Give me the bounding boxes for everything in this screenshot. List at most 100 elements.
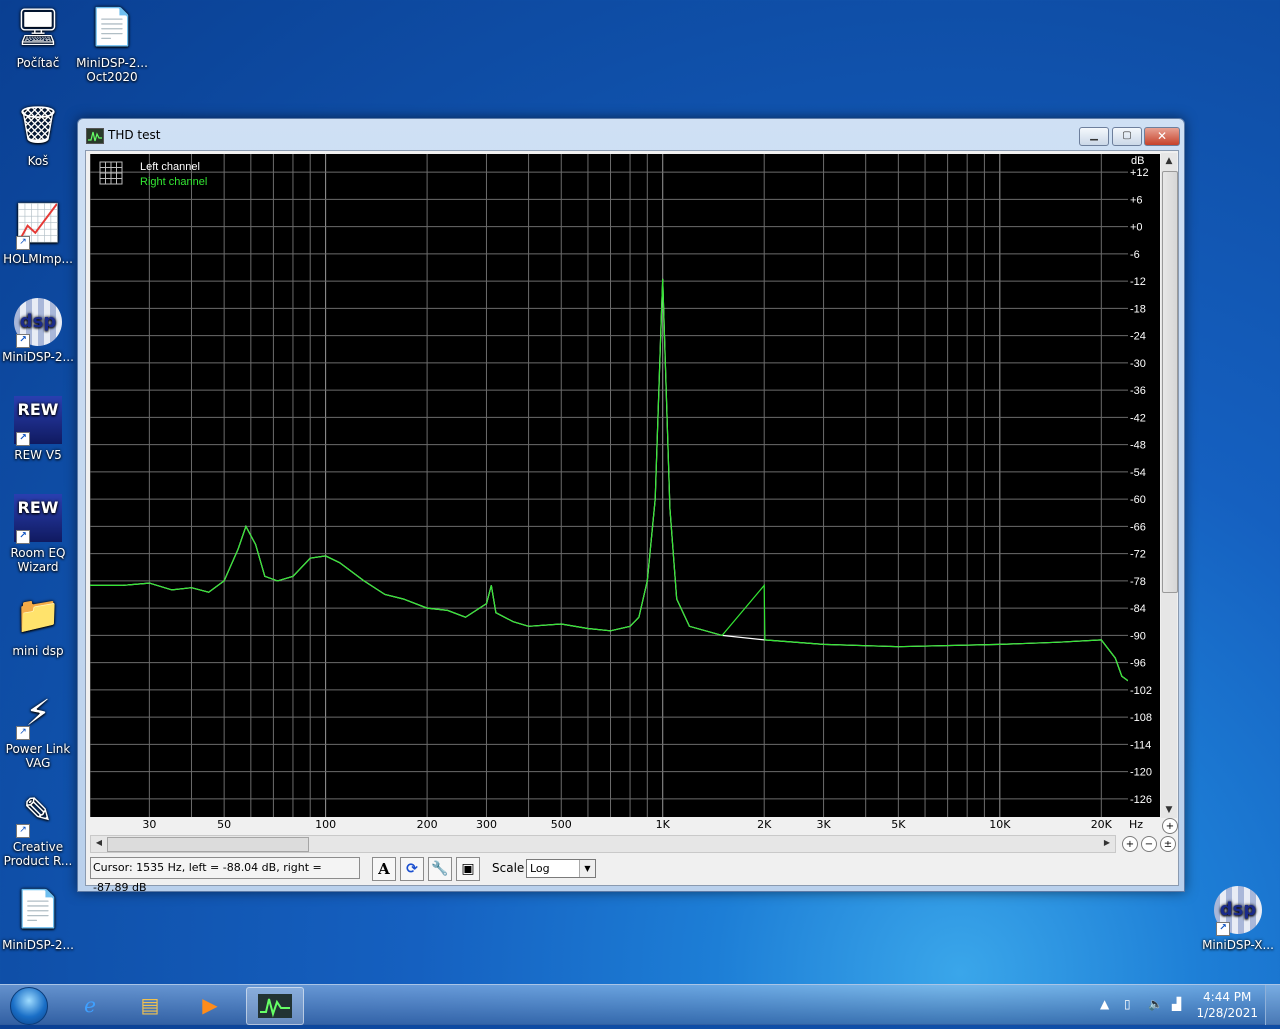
desktop-icon-label: MiniDSP-2... [2, 938, 74, 952]
desktop-icon[interactable]: 🖥 Počítač [0, 4, 76, 70]
scale-label: Scale [492, 861, 525, 875]
x-tick-label: 5K [891, 818, 906, 831]
desktop-icon[interactable]: REW ↗ Room EQ Wizard [0, 494, 76, 574]
zoom-in-icon[interactable]: + [1162, 818, 1178, 834]
show-desktop-button[interactable] [1265, 985, 1280, 1025]
y-tick-label: -126 [1130, 794, 1152, 806]
status-bar: Cursor: 1535 Hz, left = -88.04 dB, right… [88, 857, 1174, 894]
legend-right-channel: Right channel [140, 176, 207, 188]
settings-wrench-icon[interactable]: 🔧 [428, 857, 452, 881]
y-tick-label: -72 [1130, 549, 1146, 561]
internet-explorer-icon[interactable]: ℯ [62, 987, 118, 1023]
desktop-icon-image: 📄 [89, 7, 135, 48]
series-left-channel [90, 278, 1128, 682]
desktop-icon[interactable]: ✎ ↗ Creative Product R... [0, 788, 76, 868]
y-tick-label: -90 [1130, 630, 1146, 642]
maximize-button[interactable]: ▢ [1112, 127, 1142, 146]
show-hidden-icons-icon[interactable]: ▲ [1100, 997, 1109, 1011]
vertical-scrollbar[interactable]: ▲ ▼ [1161, 153, 1178, 818]
y-tick-label: -42 [1130, 412, 1146, 424]
folder-icon[interactable]: ▤ [122, 987, 178, 1023]
scroll-left-icon[interactable]: ◀ [91, 835, 107, 851]
desktop-icon-label: mini dsp [12, 644, 64, 658]
desktop-icon[interactable]: 📁 mini dsp [0, 592, 76, 658]
refresh-icon[interactable]: ⟳ [400, 857, 424, 881]
clock-date: 1/28/2021 [1196, 1006, 1258, 1020]
y-axis-unit: dB [1131, 155, 1144, 167]
desktop-icon[interactable]: 📄 MiniDSP-2... Oct2020 [74, 4, 150, 84]
text-tool-button[interactable]: A [372, 857, 396, 881]
shortcut-arrow-icon: ↗ [1216, 922, 1230, 936]
x-tick-label: 1K [655, 818, 670, 831]
scroll-down-icon[interactable]: ▼ [1161, 802, 1177, 818]
x-axis-unit: Hz [1128, 818, 1144, 831]
device-icon[interactable]: ▯ [1124, 997, 1131, 1011]
network-icon[interactable]: ▟ [1172, 997, 1181, 1011]
close-button[interactable]: ✕ [1144, 127, 1180, 146]
x-tick-label: 10K [989, 818, 1011, 831]
desktop-icon[interactable]: ⚡ ↗ Power Link VAG [0, 690, 76, 770]
desktop-icon-label: MiniDSP-2... Oct2020 [76, 56, 148, 84]
legend-left-channel: Left channel [140, 161, 200, 173]
window-titlebar[interactable]: THD test ▁ ▢ ✕ [78, 119, 1184, 151]
x-tick-label: 50 [217, 818, 232, 831]
desktop-icon[interactable]: 📈 ↗ HOLMImp... [0, 200, 76, 266]
desktop-icon-image: REW ↗ [14, 396, 62, 446]
y-tick-label: -30 [1130, 358, 1146, 370]
shortcut-arrow-icon: ↗ [16, 824, 30, 838]
x-tick-label: 300 [475, 818, 497, 831]
zoom-in-x-icon[interactable]: + [1122, 836, 1138, 852]
y-tick-label: +12 [1130, 167, 1149, 179]
desktop-icon-label: Creative Product R... [3, 840, 73, 868]
x-tick-label: 100 [315, 818, 337, 831]
desktop-icon-image: dsp ↗ [1214, 886, 1262, 936]
shortcut-arrow-icon: ↗ [16, 236, 30, 250]
y-tick-label: -102 [1130, 685, 1152, 697]
desktop-icon[interactable]: REW ↗ REW V5 [0, 396, 76, 462]
scroll-right-icon[interactable]: ▶ [1099, 835, 1115, 851]
desktop-icon-label: REW V5 [14, 448, 62, 462]
y-axis-svg: dB+12 +6 +0 -6 -12 -18 -24 -30 -36 -42 -48 -54 -60 -6… [1130, 155, 1152, 806]
start-button[interactable] [4, 985, 52, 1025]
scroll-up-icon[interactable]: ▲ [1161, 153, 1177, 169]
y-tick-label: -36 [1130, 385, 1146, 397]
media-player-icon[interactable]: ▶ [182, 987, 238, 1023]
y-tick-label: -12 [1130, 276, 1146, 288]
desktop-icon-image: dsp ↗ [14, 298, 62, 348]
x-tick-label: 3K [816, 818, 831, 831]
zoom-fit-x-icon[interactable]: ± [1160, 836, 1176, 852]
desktop-icon-image: 📁 [15, 595, 61, 636]
horizontal-scroll-thumb[interactable] [107, 837, 309, 852]
desktop-icon-label: MiniDSP-X... [1202, 938, 1274, 952]
taskbar-thd-app-icon[interactable] [246, 987, 304, 1025]
desktop-icon-image: ✎ ↗ [14, 788, 62, 838]
y-tick-label: -84 [1130, 603, 1146, 615]
horizontal-scrollbar[interactable]: ◀ ▶ [90, 835, 1116, 853]
volume-icon[interactable]: 🔈 [1148, 997, 1163, 1011]
minimize-button[interactable]: ▁ [1079, 127, 1109, 146]
desktop-icon[interactable]: dsp ↗ MiniDSP-X... [1200, 886, 1276, 952]
thd-test-window[interactable]: THD test ▁ ▢ ✕ Left channel Right channel… [77, 118, 1185, 894]
window-title: THD test [108, 128, 161, 142]
y-tick-label: -48 [1130, 440, 1146, 452]
desktop-icon[interactable]: 🗑 Koš [0, 102, 76, 168]
y-tick-label: -120 [1130, 767, 1152, 779]
x-tick-label: 30 [142, 818, 157, 831]
vertical-scroll-thumb[interactable] [1162, 171, 1178, 593]
desktop-icon-label: MiniDSP-2... [2, 350, 74, 364]
clock[interactable]: 4:44 PM 1/28/2021 [1196, 989, 1258, 1021]
series-right-channel [90, 278, 1128, 682]
y-tick-label: -78 [1130, 576, 1146, 588]
zoom-out-x-icon[interactable]: − [1141, 836, 1157, 852]
spectrum-plot[interactable]: Left channel Right channel [90, 154, 1128, 817]
save-icon[interactable]: ▣ [456, 857, 480, 881]
y-tick-label: -66 [1130, 521, 1146, 533]
shortcut-arrow-icon: ↗ [16, 726, 30, 740]
desktop-icon-image: ⚡ ↗ [14, 690, 62, 740]
windows-orb-icon [10, 987, 48, 1025]
scale-select[interactable]: Log ▼ [526, 859, 596, 878]
desktop-icon[interactable]: dsp ↗ MiniDSP-2... [0, 298, 76, 364]
chevron-down-icon[interactable]: ▼ [579, 860, 595, 877]
desktop-icon[interactable]: 📄 MiniDSP-2... [0, 886, 76, 952]
desktop-icon-label: HOLMImp... [3, 252, 73, 266]
